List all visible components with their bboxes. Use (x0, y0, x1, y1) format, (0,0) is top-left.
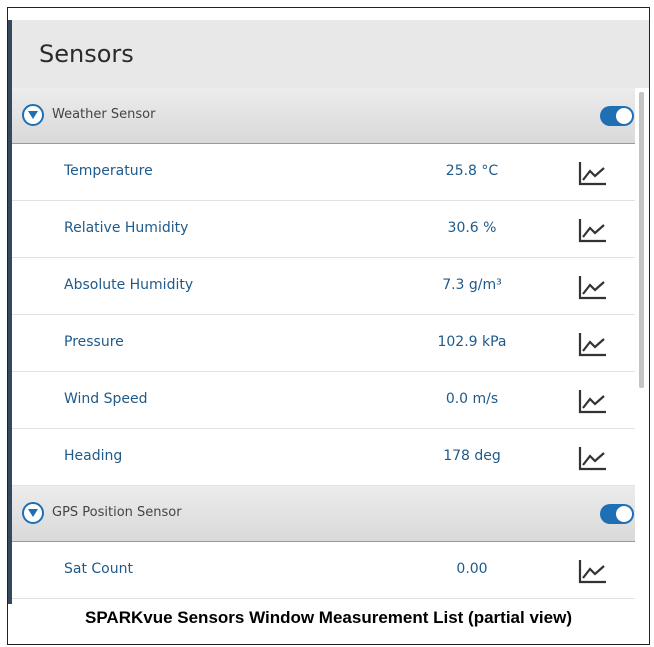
scrollbar[interactable] (637, 88, 645, 604)
sensor-group-name: GPS Position Sensor (52, 505, 182, 520)
sensors-header: Sensors (12, 20, 649, 88)
line-graph-icon[interactable] (577, 330, 609, 358)
measurement-name: Wind Speed (64, 391, 148, 407)
measurement-value: 102.9 kPa (437, 334, 507, 350)
toggle-knob (616, 108, 632, 124)
line-graph-icon[interactable] (577, 216, 609, 244)
sensor-group-header[interactable]: Weather Sensor (12, 88, 635, 144)
page-title: Sensors (39, 40, 134, 68)
measurement-name: Relative Humidity (64, 220, 189, 236)
measurement-value: 30.6 % (447, 220, 497, 236)
chevron-down-icon[interactable] (22, 502, 44, 524)
measurement-name: Sat Count (64, 561, 133, 577)
sensor-list: Weather Sensor Temperature 25.8 °C Relat… (12, 88, 635, 604)
measurement-name: Pressure (64, 334, 124, 350)
sensor-enable-toggle[interactable] (600, 106, 634, 126)
measurement-value: 25.8 °C (445, 163, 499, 179)
sensor-group-header[interactable]: GPS Position Sensor (12, 486, 635, 542)
line-graph-icon[interactable] (577, 387, 609, 415)
measurement-value: 0.00 (456, 561, 488, 577)
figure-caption: SPARKvue Sensors Window Measurement List… (8, 604, 649, 642)
chevron-down-icon[interactable] (22, 104, 44, 126)
toggle-knob (616, 506, 632, 522)
sensors-window: Sensors Weather Sensor Temperature 25.8 … (8, 20, 649, 604)
line-graph-icon[interactable] (577, 557, 609, 585)
measurement-row[interactable]: Sat Count 0.00 (12, 542, 635, 599)
measurement-row[interactable]: Wind Speed 0.0 m/s (12, 372, 635, 429)
sensor-enable-toggle[interactable] (600, 504, 634, 524)
figure-frame: Sensors Weather Sensor Temperature 25.8 … (7, 7, 650, 645)
measurement-name: Heading (64, 448, 123, 464)
measurement-row[interactable]: Temperature 25.8 °C (12, 144, 635, 201)
measurement-value: 7.3 g/m³ (442, 277, 502, 293)
measurement-row[interactable]: Heading 178 deg (12, 429, 635, 486)
measurement-row[interactable]: Pressure 102.9 kPa (12, 315, 635, 372)
measurement-row[interactable]: Relative Humidity 30.6 % (12, 201, 635, 258)
measurement-value: 0.0 m/s (445, 391, 499, 407)
line-graph-icon[interactable] (577, 273, 609, 301)
scrollbar-thumb[interactable] (639, 92, 644, 388)
sensor-group-name: Weather Sensor (52, 107, 156, 122)
line-graph-icon[interactable] (577, 444, 609, 472)
measurement-name: Temperature (64, 163, 153, 179)
measurement-row[interactable]: Absolute Humidity 7.3 g/m³ (12, 258, 635, 315)
measurement-name: Absolute Humidity (64, 277, 194, 293)
measurement-value: 178 deg (443, 448, 501, 464)
line-graph-icon[interactable] (577, 159, 609, 187)
